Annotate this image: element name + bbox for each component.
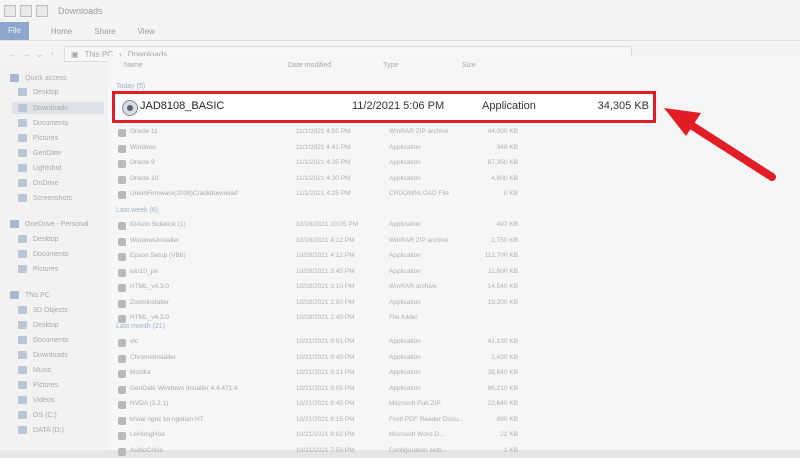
red-arrow-annotation xyxy=(664,108,776,181)
arrow-shaft xyxy=(676,114,776,181)
file-explorer-window: Downloads File Home Share View ← → ⌄ ↑ ▣… xyxy=(0,0,800,456)
